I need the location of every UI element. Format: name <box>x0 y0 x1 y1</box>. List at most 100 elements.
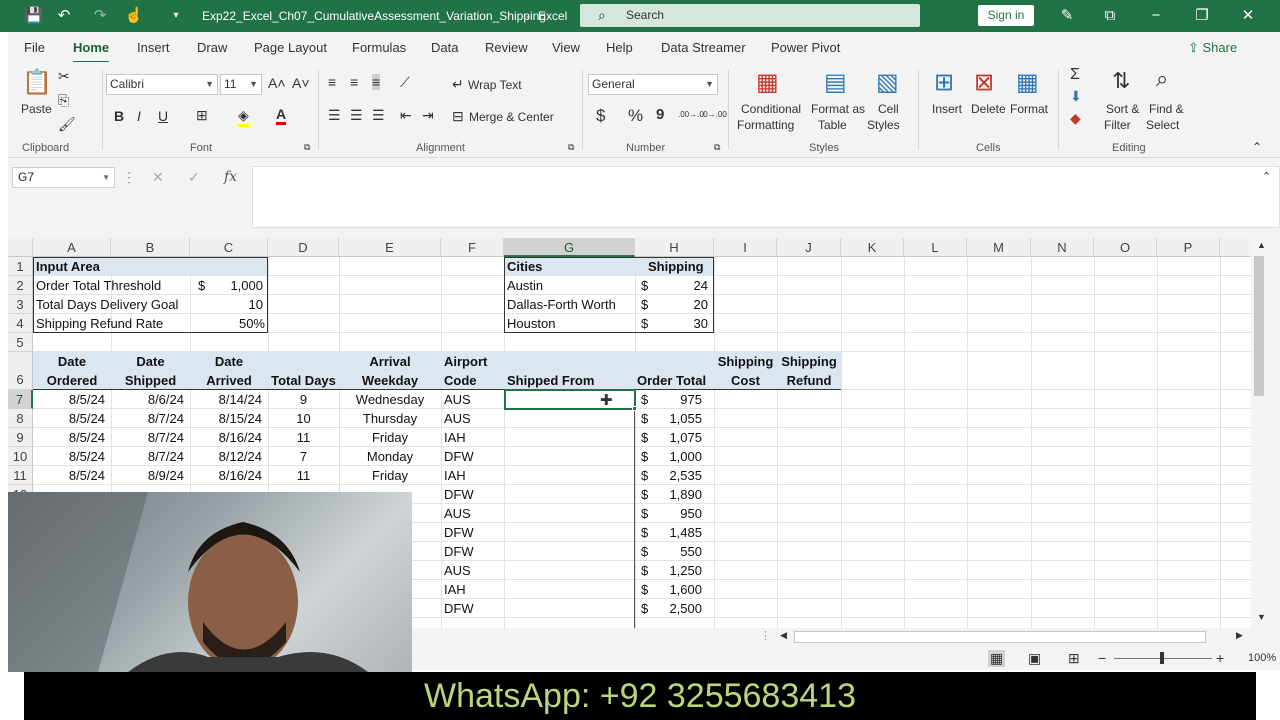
column-header-e[interactable]: E <box>339 238 441 257</box>
sort-filter-button-line2[interactable]: Filter <box>1104 118 1131 132</box>
format-cells-button[interactable]: Format <box>1010 102 1048 116</box>
row-header-6[interactable]: 6 <box>8 352 33 390</box>
total-days-cell[interactable]: 11 <box>268 466 339 485</box>
increase-indent-icon[interactable]: ⇥ <box>422 107 434 124</box>
column-header-q[interactable]: Q <box>1220 238 1251 257</box>
row-header-5[interactable]: 5 <box>8 333 33 352</box>
scroll-up-icon[interactable]: ▲ <box>1257 240 1266 250</box>
row-header-8[interactable]: 8 <box>8 409 33 428</box>
row-header-1[interactable]: 1 <box>8 257 33 276</box>
fill-icon[interactable]: ⬇ <box>1070 88 1082 105</box>
delete-cells-icon[interactable]: ⊠ <box>974 68 994 97</box>
order-total-cell[interactable]: 975 <box>658 390 708 409</box>
shrink-font-icon[interactable]: A˅ <box>292 75 310 91</box>
grow-font-icon[interactable]: A˄ <box>268 75 286 91</box>
find-select-icon[interactable]: ⌕ <box>1156 66 1168 92</box>
total-days-cell[interactable]: 10 <box>268 409 339 428</box>
scroll-down-icon[interactable]: ▼ <box>1257 612 1266 622</box>
column-header-l[interactable]: L <box>904 238 967 257</box>
column-header-b[interactable]: B <box>111 238 190 257</box>
undo-icon[interactable]: ↶ <box>54 6 74 26</box>
clear-icon[interactable]: ◆ <box>1070 110 1081 127</box>
touch-mode-icon[interactable]: ☝ <box>124 6 144 26</box>
top-align-icon[interactable]: ≡ <box>328 74 336 90</box>
font-name-select[interactable]: Calibri ▼ <box>106 74 218 95</box>
merge-center-button[interactable]: Merge & Center <box>469 110 554 124</box>
select-all-corner[interactable] <box>8 238 33 257</box>
row-header-10[interactable]: 10 <box>8 447 33 466</box>
format-as-table-button-line2[interactable]: Table <box>818 118 847 132</box>
column-header-i[interactable]: I <box>714 238 777 257</box>
arrival-weekday-cell[interactable]: Monday <box>339 447 441 466</box>
order-total-cell[interactable]: 2,535 <box>658 466 708 485</box>
middle-align-icon[interactable]: ≡ <box>350 74 358 90</box>
ribbon-display-icon[interactable]: ⧉ <box>1100 6 1120 26</box>
delete-cells-button[interactable]: Delete <box>971 102 1006 116</box>
font-color-icon[interactable]: A <box>276 106 287 125</box>
format-as-table-button-line1[interactable]: Format as <box>811 102 865 116</box>
wrap-text-icon[interactable]: ↵ <box>452 76 464 93</box>
minimize-icon[interactable]: − <box>1146 6 1166 26</box>
date-ordered-cell[interactable]: 8/5/24 <box>33 409 111 428</box>
cell-styles-icon[interactable]: ▧ <box>876 68 899 97</box>
order-total-cell[interactable]: 550 <box>658 542 708 561</box>
airport-code-cell[interactable]: AUS <box>444 504 504 523</box>
comma-button[interactable]: 9 <box>656 106 664 123</box>
row-header-2[interactable]: 2 <box>8 276 33 295</box>
paste-icon[interactable]: 📋 <box>22 68 52 98</box>
column-header-p[interactable]: P <box>1157 238 1220 257</box>
tab-review[interactable]: Review <box>485 40 528 55</box>
date-shipped-cell[interactable]: 8/9/24 <box>111 466 190 485</box>
name-box[interactable]: G7 ▼ <box>12 167 115 188</box>
scroll-left-icon[interactable]: ◀ <box>780 630 787 641</box>
row-header-3[interactable]: 3 <box>8 295 33 314</box>
sort-filter-icon[interactable]: ⇅ <box>1112 68 1130 94</box>
autosum-icon[interactable]: Σ <box>1070 66 1080 84</box>
row-header-7[interactable]: 7 <box>8 390 33 409</box>
airport-code-cell[interactable]: AUS <box>444 390 504 409</box>
arrival-weekday-cell[interactable]: Thursday <box>339 409 441 428</box>
date-arrived-cell[interactable]: 8/14/24 <box>190 390 268 409</box>
redo-icon[interactable]: ↷ <box>90 6 110 26</box>
total-days-cell[interactable]: 9 <box>268 390 339 409</box>
normal-view-icon[interactable]: ▦ <box>988 650 1006 667</box>
airport-code-cell[interactable]: DFW <box>444 523 504 542</box>
number-format-select[interactable]: General ▼ <box>588 74 718 95</box>
collapse-formula-bar-icon[interactable]: ⌃ <box>1262 170 1271 183</box>
vertical-scrollbar[interactable]: ▲ ▼ <box>1251 238 1280 628</box>
decrease-decimal-button[interactable]: .0→.00 <box>701 110 727 119</box>
search-box[interactable]: ⌕ Search <box>580 4 920 27</box>
date-ordered-cell[interactable]: 8/5/24 <box>33 390 111 409</box>
airport-code-cell[interactable]: DFW <box>444 485 504 504</box>
number-dialog-launcher-icon[interactable]: ⧉ <box>714 142 720 153</box>
confirm-entry-icon[interactable]: ✓ <box>188 169 200 186</box>
find-select-button-line1[interactable]: Find & <box>1149 102 1184 116</box>
column-header-o[interactable]: O <box>1094 238 1157 257</box>
cut-icon[interactable]: ✂ <box>58 68 70 85</box>
date-shipped-cell[interactable]: 8/7/24 <box>111 428 190 447</box>
insert-function-button[interactable]: fx <box>224 169 237 185</box>
date-shipped-cell[interactable]: 8/6/24 <box>111 390 190 409</box>
currency-button[interactable]: $ <box>596 106 605 126</box>
pen-icon[interactable]: ✎ <box>1057 6 1077 26</box>
conditional-formatting-button-line2[interactable]: Formatting <box>737 118 794 132</box>
format-as-table-icon[interactable]: ▤ <box>824 68 847 97</box>
date-shipped-cell[interactable]: 8/7/24 <box>111 409 190 428</box>
order-total-cell[interactable]: 2,500 <box>658 599 708 618</box>
zoom-in-icon[interactable]: + <box>1216 650 1224 666</box>
orientation-icon[interactable]: ⟋ <box>400 74 410 91</box>
tab-insert[interactable]: Insert <box>137 40 170 55</box>
close-icon[interactable]: ✕ <box>1238 6 1258 26</box>
page-break-view-icon[interactable]: ⊞ <box>1068 650 1080 667</box>
alignment-dialog-launcher-icon[interactable]: ⧉ <box>568 142 574 153</box>
total-days-cell[interactable]: 11 <box>268 428 339 447</box>
column-header-j[interactable]: J <box>777 238 841 257</box>
order-total-cell[interactable]: 1,250 <box>658 561 708 580</box>
tab-page-layout[interactable]: Page Layout <box>254 40 327 55</box>
horizontal-scroll-thumb[interactable] <box>794 631 1206 643</box>
cell-styles-button-line2[interactable]: Styles <box>867 118 900 132</box>
cancel-entry-icon[interactable]: ✕ <box>152 169 164 186</box>
tab-help[interactable]: Help <box>606 40 633 55</box>
date-arrived-cell[interactable]: 8/15/24 <box>190 409 268 428</box>
tab-data-streamer[interactable]: Data Streamer <box>661 40 746 55</box>
